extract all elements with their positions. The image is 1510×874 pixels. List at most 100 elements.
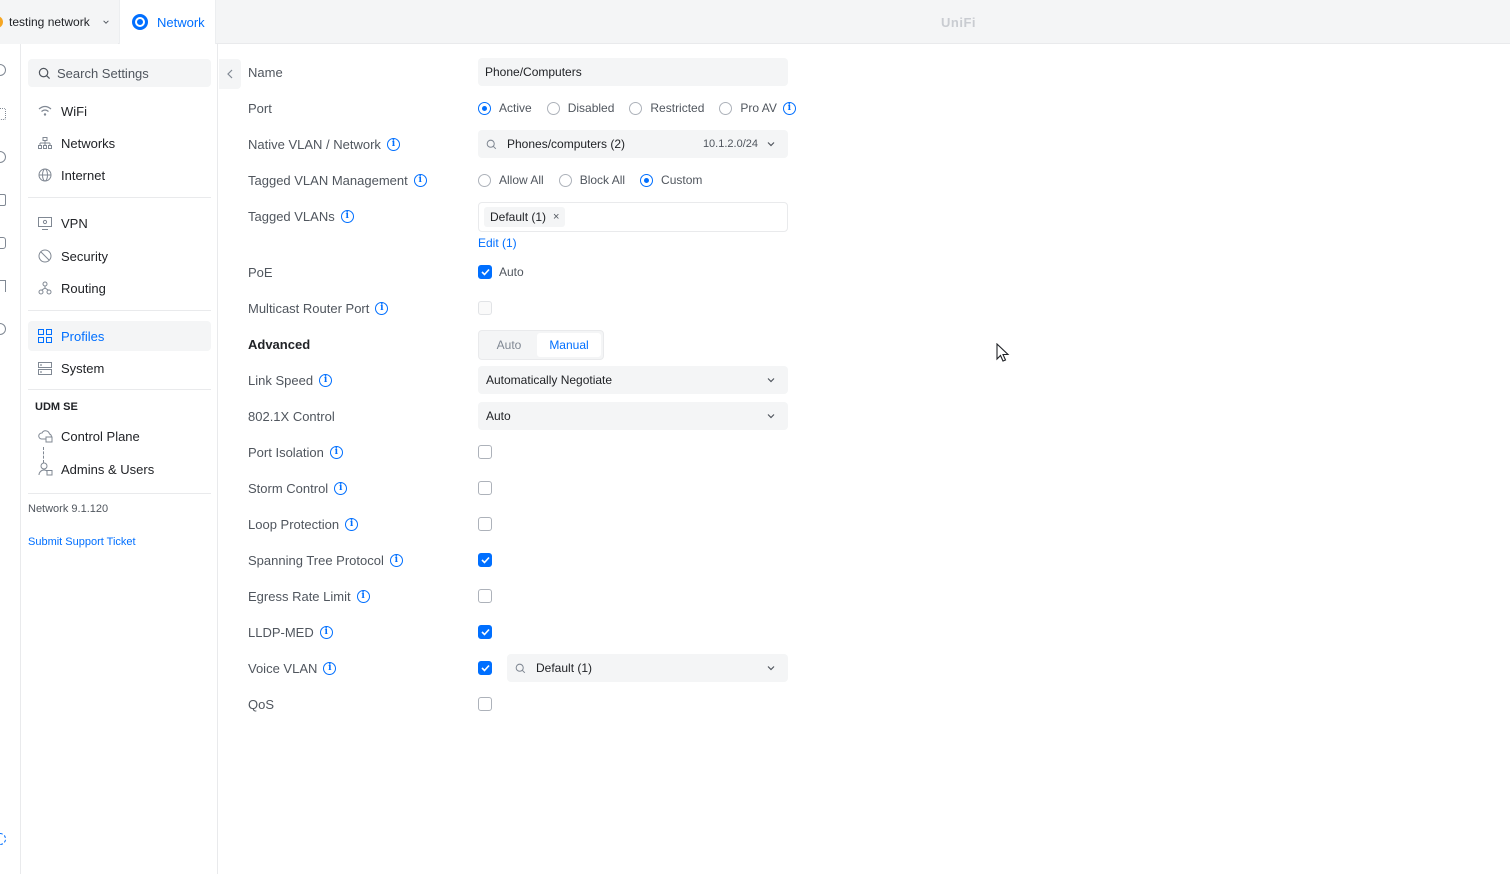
egress-rate-limit-checkbox[interactable] <box>478 589 492 603</box>
insights-icon[interactable] <box>0 280 6 292</box>
row-name: Name <box>248 58 808 88</box>
stp-checkbox[interactable] <box>478 553 492 567</box>
sidebar-item-label: Networks <box>61 135 116 151</box>
chevron-left-icon <box>227 69 233 79</box>
checkmark-icon <box>480 268 490 276</box>
radio-circle <box>478 101 491 115</box>
sidebar-item-vpn[interactable]: VPN <box>28 208 211 238</box>
sidebar-item-label: Admins & Users <box>61 461 155 477</box>
app-rail <box>0 44 21 874</box>
radio-label: Disabled <box>567 101 615 115</box>
collapse-sidebar-button[interactable] <box>219 59 241 89</box>
sidebar-item-system[interactable]: System <box>28 353 211 383</box>
info-icon[interactable]: i <box>323 662 337 675</box>
clients-icon[interactable] <box>0 194 6 206</box>
tagged-vlans-input[interactable]: Default (1) × <box>478 202 788 232</box>
info-icon[interactable]: i <box>389 554 403 567</box>
name-label: Name <box>248 65 283 80</box>
info-icon[interactable]: i <box>375 302 389 315</box>
voice-vlan-select[interactable]: Default (1) <box>507 654 788 682</box>
egress-rate-limit-label-text: Egress Rate Limit <box>248 589 351 604</box>
sidebar-divider <box>28 310 211 311</box>
brand-logo: UniFi <box>941 15 976 30</box>
lldp-med-checkbox[interactable] <box>478 625 492 639</box>
sidebar-item-security[interactable]: Security <box>28 241 211 271</box>
radio-block-all[interactable]: Block All <box>558 173 625 187</box>
storm-control-checkbox[interactable] <box>478 481 492 495</box>
submit-support-ticket-link[interactable]: Submit Support Ticket <box>28 536 136 548</box>
sidebar-item-admins-users[interactable]: Admins & Users <box>28 454 211 484</box>
edit-tagged-vlans-link[interactable]: Edit (1) <box>478 236 517 250</box>
poe-checkbox[interactable] <box>478 265 492 279</box>
info-icon[interactable]: i <box>319 374 333 387</box>
loop-protection-checkbox[interactable] <box>478 517 492 531</box>
info-icon[interactable]: i <box>340 210 354 223</box>
sidebar-item-profiles[interactable]: Profiles <box>28 321 211 351</box>
name-input[interactable] <box>478 58 788 86</box>
settings-gear-icon[interactable] <box>0 833 6 845</box>
row-tagged-vlans: Tagged VLANs i Default (1) × Edit (1) <box>248 202 808 254</box>
vlan-tag-label: Default (1) <box>490 210 547 224</box>
checkmark-icon <box>480 664 490 672</box>
globe-icon <box>37 167 53 183</box>
port-isolation-checkbox[interactable] <box>478 445 492 459</box>
alarm-icon[interactable] <box>0 323 6 335</box>
info-icon[interactable]: i <box>413 174 427 187</box>
voice-vlan-label: Voice VLAN i <box>248 661 337 676</box>
tagged-vlans-label: Tagged VLANs i <box>248 209 354 224</box>
lldp-med-label: LLDP-MED i <box>248 625 333 640</box>
port-radio-restricted[interactable]: Restricted <box>629 101 704 115</box>
search-input[interactable] <box>57 65 207 81</box>
port-radio-pro-av[interactable]: Pro AV <box>719 101 777 115</box>
info-icon[interactable]: i <box>334 482 348 495</box>
info-icon[interactable]: i <box>345 518 359 531</box>
advanced-auto-option[interactable]: Auto <box>481 333 537 357</box>
sidebar-item-wifi[interactable]: WiFi <box>28 96 211 126</box>
link-speed-value: Automatically Negotiate <box>486 373 613 387</box>
tagged-vlan-mgmt-radio-group: Allow All Block All Custom <box>478 166 717 194</box>
native-vlan-select[interactable]: Phones/computers (2) 10.1.2.0/24 <box>478 130 788 158</box>
sidebar-item-networks[interactable]: Networks <box>28 128 211 158</box>
remove-tag-icon[interactable]: × <box>553 211 559 223</box>
search-settings[interactable] <box>28 59 211 87</box>
info-icon[interactable]: i <box>386 138 400 151</box>
radio-allow-all[interactable]: Allow All <box>478 173 544 187</box>
info-icon[interactable]: i <box>356 590 370 603</box>
sidebar-item-control-plane[interactable]: Control Plane <box>28 421 211 451</box>
multicast-router-port-checkbox[interactable] <box>478 301 492 315</box>
info-icon[interactable]: i <box>782 101 796 115</box>
topology-icon[interactable] <box>0 108 6 120</box>
advanced-manual-option[interactable]: Manual <box>537 333 601 357</box>
poe-label: PoE <box>248 265 273 280</box>
sidebar-item-label: Routing <box>61 280 106 296</box>
chevron-down-icon <box>767 666 775 671</box>
devices-icon[interactable] <box>0 151 6 163</box>
ports-icon[interactable] <box>0 237 6 249</box>
site-selector[interactable]: testing network <box>0 0 118 44</box>
row-tagged-vlan-management: Tagged VLAN Management i Allow All Block … <box>248 166 808 196</box>
sidebar-item-internet[interactable]: Internet <box>28 160 211 190</box>
radio-circle <box>719 101 733 115</box>
advanced-label: Advanced <box>248 337 311 352</box>
dot1x-select[interactable]: Auto <box>478 402 788 430</box>
radio-custom[interactable]: Custom <box>640 173 702 187</box>
link-speed-select[interactable]: Automatically Negotiate <box>478 366 788 394</box>
app-tab-network[interactable]: Network <box>119 0 216 44</box>
checkmark-icon <box>480 628 490 636</box>
sidebar-divider <box>28 389 211 390</box>
info-icon[interactable]: i <box>319 626 333 639</box>
port-radio-disabled[interactable]: Disabled <box>546 101 615 115</box>
qos-checkbox[interactable] <box>478 697 492 711</box>
row-poe: PoE Auto <box>248 258 808 288</box>
dashboard-icon[interactable] <box>0 64 6 76</box>
info-icon[interactable]: i <box>329 446 343 459</box>
voice-vlan-checkbox[interactable] <box>478 661 492 675</box>
sidebar-item-routing[interactable]: Routing <box>28 273 211 303</box>
egress-rate-limit-label: Egress Rate Limit i <box>248 589 370 604</box>
qos-label: QoS <box>248 697 275 712</box>
wifi-icon <box>37 103 53 119</box>
row-advanced: Advanced Auto Manual <box>248 330 808 360</box>
sidebar-item-label: System <box>61 360 105 376</box>
sidebar-item-label: Profiles <box>61 328 105 344</box>
port-radio-active[interactable]: Active <box>478 101 532 115</box>
